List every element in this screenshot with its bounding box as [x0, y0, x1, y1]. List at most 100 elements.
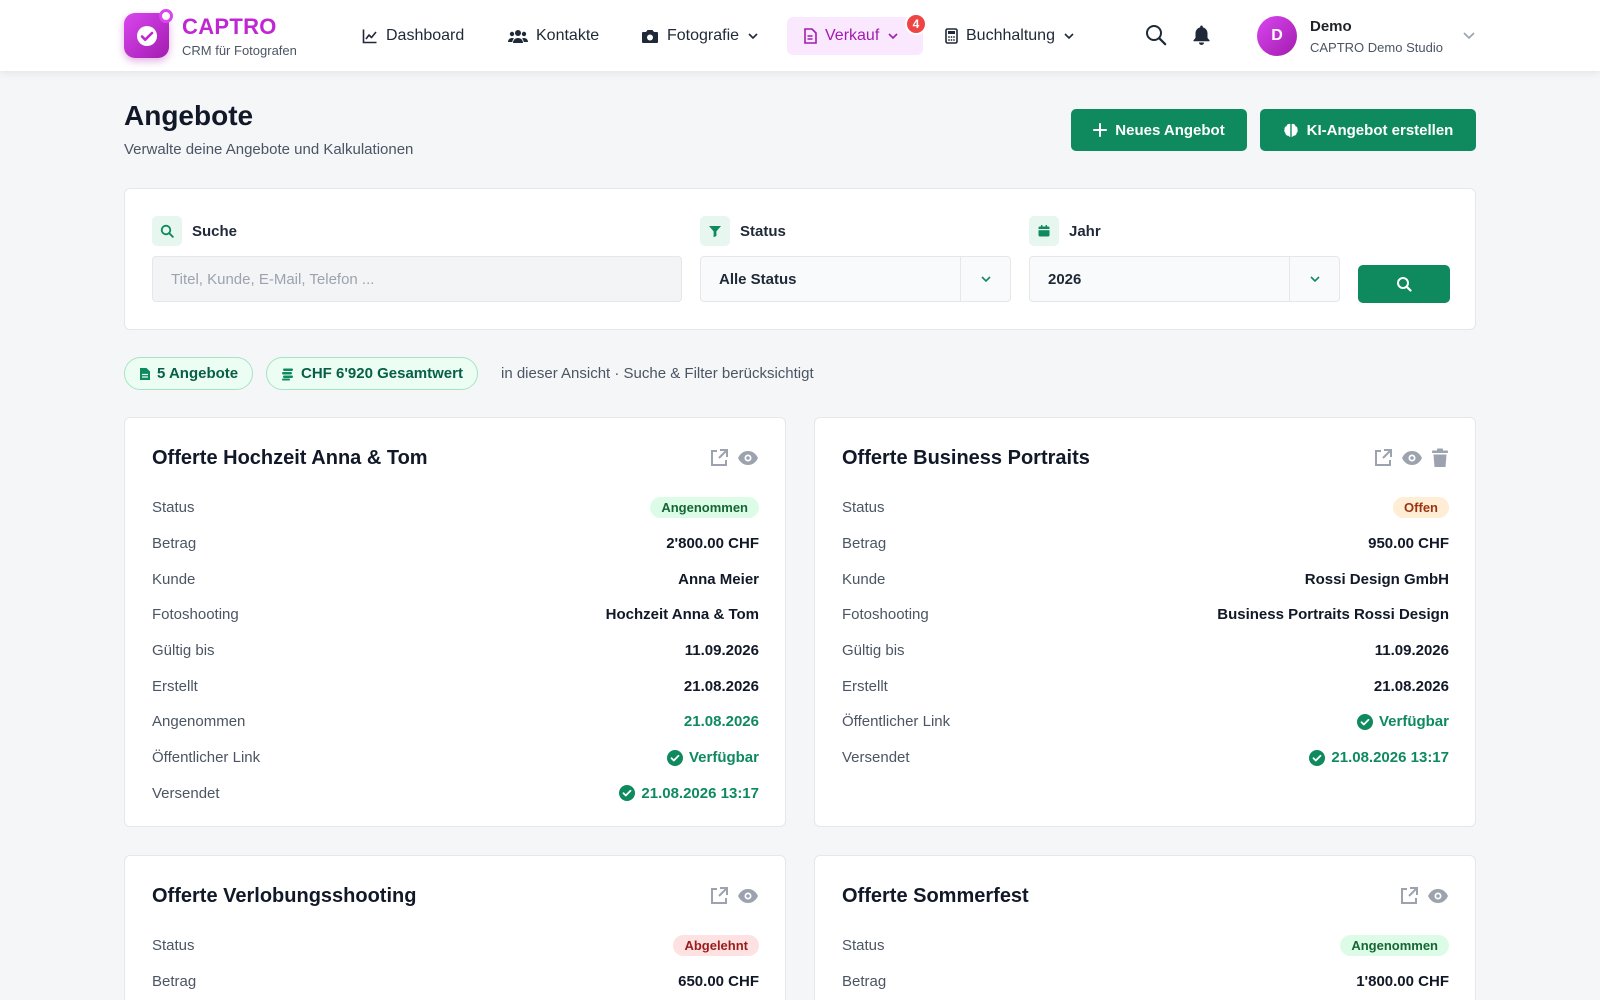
open-external-icon[interactable]	[709, 886, 729, 911]
offer-row-valid: Gültig bis 11.09.2026	[842, 642, 1449, 660]
search-button[interactable]	[1145, 24, 1167, 51]
offer-row-amount: Betrag 650.00 CHF	[152, 973, 759, 991]
user-studio: CAPTRO Demo Studio	[1310, 40, 1443, 55]
nav-contacts[interactable]: Kontakte	[508, 24, 599, 48]
status-label-text: Status	[740, 222, 786, 240]
nav-accounting-label: Buchhaltung	[966, 27, 1055, 44]
status-badge: Angenommen	[1340, 935, 1449, 957]
open-external-icon[interactable]	[1399, 886, 1419, 911]
year-select-value: 2026	[1048, 270, 1082, 288]
offer-card[interactable]: Offerte Business Portraits Status Offen B…	[814, 417, 1476, 827]
offer-actions	[1373, 448, 1449, 473]
calendar-icon	[1029, 216, 1059, 246]
check-circle-icon	[619, 785, 636, 802]
offer-row-status: Status Abgelehnt	[152, 928, 759, 964]
brand-subtitle: CRM für Fotografen	[182, 43, 297, 58]
chart-line-icon	[362, 29, 377, 44]
nav-dashboard[interactable]: Dashboard	[362, 24, 464, 48]
offer-title: Offerte Verlobungsshooting	[152, 885, 417, 907]
sales-notification-badge: 4	[905, 13, 927, 35]
offer-row-created: Erstellt 21.08.2026	[842, 677, 1449, 695]
apply-filter-button[interactable]	[1358, 265, 1450, 303]
year-select[interactable]: 2026	[1029, 256, 1340, 302]
top-navigation: CAPTRO CRM für Fotografen Dashboard Kont…	[0, 0, 1600, 71]
open-external-icon[interactable]	[709, 448, 729, 473]
offer-card[interactable]: Offerte Sommerfest Status Angenommen Betr…	[814, 855, 1476, 1000]
users-icon	[508, 30, 528, 43]
offer-card[interactable]: Offerte Hochzeit Anna & Tom Status Angeno…	[124, 417, 786, 827]
check-circle-icon	[666, 749, 683, 766]
offer-title: Offerte Sommerfest	[842, 885, 1029, 907]
status-select[interactable]: Alle Status	[700, 256, 1011, 302]
eye-icon[interactable]	[1401, 448, 1423, 473]
search-input[interactable]	[152, 256, 682, 302]
bell-icon	[1193, 25, 1210, 45]
open-external-icon[interactable]	[1373, 448, 1393, 473]
chevron-down-icon	[748, 33, 758, 40]
offer-row-created: Erstellt 21.08.2026	[152, 677, 759, 695]
ai-offer-button[interactable]: KI-Angebot erstellen	[1260, 109, 1476, 151]
offer-row-public-link: Öffentlicher Link Verfügbar	[842, 713, 1449, 731]
offer-row-sent: Versendet 21.08.2026 13:17	[842, 749, 1449, 767]
offer-actions	[709, 448, 759, 473]
chevron-down-icon	[1289, 257, 1339, 301]
page-title: Angebote	[124, 100, 254, 131]
new-offer-button[interactable]: Neues Angebot	[1071, 109, 1247, 151]
year-label-text: Jahr	[1069, 222, 1101, 240]
offer-card[interactable]: Offerte Verlobungsshooting Status Abgeleh…	[124, 855, 786, 1000]
offer-row-public-link: Öffentlicher Link Verfügbar	[152, 749, 759, 767]
status-badge: Offen	[1393, 497, 1449, 519]
search-icon	[1397, 277, 1412, 292]
eye-icon[interactable]	[737, 886, 759, 911]
offer-actions	[709, 886, 759, 911]
offer-row-accepted: Angenommen 21.08.2026	[152, 713, 759, 731]
user-avatar[interactable]: D	[1257, 16, 1297, 56]
notifications-button[interactable]	[1192, 24, 1211, 51]
search-filter-label: Suche	[152, 216, 237, 246]
offer-count-text: 5 Angebote	[157, 365, 239, 382]
camera-icon	[642, 30, 658, 43]
offer-row-status: Status Offen	[842, 490, 1449, 526]
ai-offer-label: KI-Angebot erstellen	[1306, 121, 1454, 139]
offer-row-sent: Versendet 21.08.2026 13:17	[152, 784, 759, 802]
plus-icon	[1093, 123, 1108, 137]
offer-title: Offerte Hochzeit Anna & Tom	[152, 447, 428, 469]
offer-row-amount: Betrag 950.00 CHF	[842, 535, 1449, 553]
coins-icon	[282, 368, 293, 380]
captro-logo-icon[interactable]	[124, 9, 173, 58]
status-badge: Abgelehnt	[673, 935, 759, 957]
offer-row-valid: Gültig bis 11.09.2026	[152, 642, 759, 660]
nav-accounting[interactable]: Buchhaltung	[945, 24, 1075, 48]
brain-icon	[1283, 123, 1298, 137]
brand-name[interactable]: CAPTRO	[182, 14, 277, 40]
offer-actions	[1399, 886, 1449, 911]
nav-sales-label: Verkauf	[825, 27, 880, 44]
nav-photography[interactable]: Fotografie	[641, 24, 759, 48]
filter-panel: Suche Status Alle Status Jahr 2026	[124, 188, 1476, 330]
summary-note: in dieser Ansicht · Suche & Filter berüc…	[501, 365, 814, 382]
user-menu-toggle[interactable]	[1462, 28, 1476, 47]
status-badge: Angenommen	[650, 497, 759, 519]
offer-row-customer: Kunde Anna Meier	[152, 570, 759, 588]
eye-icon[interactable]	[1427, 886, 1449, 911]
eye-icon[interactable]	[737, 448, 759, 473]
check-circle-icon	[1356, 713, 1373, 730]
nav-contacts-label: Kontakte	[536, 27, 600, 44]
offer-row-amount: Betrag 2'800.00 CHF	[152, 535, 759, 553]
status-filter-label: Status	[700, 216, 786, 246]
offer-row-amount: Betrag 1'800.00 CHF	[842, 973, 1449, 991]
chevron-down-icon	[960, 257, 1010, 301]
page-subtitle: Verwalte deine Angebote und Kalkulatione…	[124, 141, 414, 158]
user-name[interactable]: Demo	[1310, 18, 1352, 35]
filter-icon	[700, 216, 730, 246]
trash-icon[interactable]	[1431, 448, 1449, 473]
search-label-text: Suche	[192, 222, 238, 240]
year-filter-label: Jahr	[1029, 216, 1101, 246]
chevron-down-icon	[1064, 33, 1074, 40]
offer-row-shoot: Fotoshooting Business Portraits Rossi Des…	[842, 606, 1449, 624]
offer-row-customer: Kunde Rossi Design GmbH	[842, 570, 1449, 588]
offer-row-status: Status Angenommen	[152, 490, 759, 526]
nav-sales[interactable]: Verkauf	[803, 24, 899, 48]
nav-photography-label: Fotografie	[667, 27, 740, 44]
search-icon	[1146, 25, 1167, 46]
